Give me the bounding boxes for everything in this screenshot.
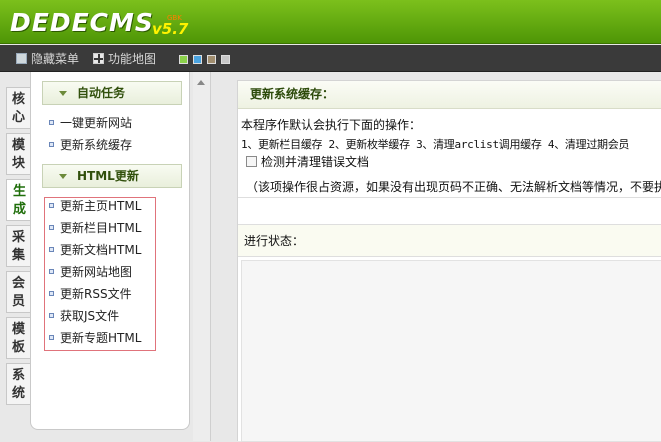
tab-member-label: 会员 bbox=[11, 276, 25, 309]
check-errors-label: 检测并清理错误文档 bbox=[261, 155, 370, 169]
status-output-area bbox=[241, 260, 661, 442]
bullet-icon bbox=[49, 313, 54, 318]
page-title: 更新系统缓存： bbox=[238, 81, 661, 109]
bullet-icon bbox=[49, 291, 54, 296]
menu-item-label: 更新RSS文件 bbox=[60, 287, 132, 301]
scroll-up-icon[interactable] bbox=[197, 80, 205, 85]
menu-item-update-documents[interactable]: 更新文档HTML bbox=[49, 242, 141, 258]
menu-section-auto-label: 自动任务 bbox=[77, 86, 126, 100]
side-menu: 自动任务 一键更新网站 更新系统缓存 HTML更新 更新主页HTML 更新栏目H… bbox=[30, 72, 190, 430]
skin-blue-swatch[interactable] bbox=[193, 55, 202, 64]
menu-item-label: 更新文档HTML bbox=[60, 243, 142, 257]
menu-item-label: 获取JS文件 bbox=[60, 309, 120, 323]
tab-template[interactable]: 模板 bbox=[6, 317, 30, 359]
divider bbox=[238, 197, 661, 198]
menu-item-update-homepage[interactable]: 更新主页HTML bbox=[49, 198, 141, 214]
menu-item-update-category[interactable]: 更新栏目HTML bbox=[49, 220, 141, 236]
function-map-button[interactable]: 功能地图 bbox=[93, 51, 156, 67]
menu-item-update-cache[interactable]: 更新系统缓存 bbox=[49, 137, 132, 153]
tab-core[interactable]: 核心 bbox=[6, 87, 30, 129]
hide-menu-label: 隐藏菜单 bbox=[31, 52, 80, 66]
operations-text: 1、更新栏目缓存 2、更新枚举缓存 3、清理arclist调用缓存 4、清理过期… bbox=[241, 138, 630, 151]
menu-item-get-js[interactable]: 获取JS文件 bbox=[49, 308, 119, 324]
warning-note: （该项操作很占资源，如果没有出现页码不正确、无法解析文档等情况，不要执 bbox=[246, 180, 661, 194]
tab-system-label: 系统 bbox=[11, 368, 25, 401]
menu-item-label: 一键更新网站 bbox=[60, 116, 133, 130]
menu-item-label: 更新系统缓存 bbox=[60, 138, 133, 152]
menu-section-auto-tasks[interactable]: 自动任务 bbox=[42, 81, 182, 105]
hide-menu-button[interactable]: 隐藏菜单 bbox=[16, 51, 79, 67]
skin-gray-swatch[interactable] bbox=[221, 55, 230, 64]
tab-collect-label: 采集 bbox=[11, 230, 25, 263]
tab-template-label: 模板 bbox=[11, 322, 25, 355]
main-content: 更新系统缓存： 本程序作默认会执行下面的操作： 1、更新栏目缓存 2、更新枚举缓… bbox=[237, 80, 661, 442]
check-errors-checkbox[interactable] bbox=[246, 156, 257, 167]
bullet-icon bbox=[49, 203, 54, 208]
bullet-icon bbox=[49, 142, 54, 147]
bullet-icon bbox=[49, 335, 54, 340]
check-errors-option[interactable]: 检测并清理错误文档 bbox=[246, 155, 369, 169]
tab-core-label: 核心 bbox=[11, 92, 25, 125]
menu-item-label: 更新网站地图 bbox=[60, 265, 133, 279]
menu-item-label: 更新专题HTML bbox=[60, 331, 142, 345]
menu-scrollbar[interactable] bbox=[193, 72, 211, 441]
panel-icon bbox=[16, 53, 27, 64]
menu-item-label: 更新栏目HTML bbox=[60, 221, 142, 235]
collapse-arrow-icon bbox=[59, 174, 67, 179]
logo-version: v5.7 bbox=[152, 20, 189, 38]
tab-generate-label: 生成 bbox=[12, 184, 26, 217]
tab-generate[interactable]: 生成 bbox=[6, 179, 32, 221]
bullet-icon bbox=[49, 120, 54, 125]
tab-module-label: 模块 bbox=[11, 138, 25, 171]
status-label: 进行状态： bbox=[244, 234, 305, 248]
menu-item-update-topics[interactable]: 更新专题HTML bbox=[49, 330, 141, 346]
tab-member[interactable]: 会员 bbox=[6, 271, 30, 313]
bullet-icon bbox=[49, 247, 54, 252]
menu-item-label: 更新主页HTML bbox=[60, 199, 142, 213]
skin-brown-swatch[interactable] bbox=[207, 55, 216, 64]
description-text: 本程序作默认会执行下面的操作： bbox=[241, 118, 422, 132]
function-map-label: 功能地图 bbox=[108, 52, 157, 66]
status-header: 进行状态： bbox=[238, 225, 661, 257]
tab-module[interactable]: 模块 bbox=[6, 133, 30, 175]
grid-icon bbox=[93, 53, 104, 64]
bullet-icon bbox=[49, 269, 54, 274]
skin-green-swatch[interactable] bbox=[179, 55, 188, 64]
tab-collect[interactable]: 采集 bbox=[6, 225, 30, 267]
tab-system[interactable]: 系统 bbox=[6, 363, 30, 405]
top-toolbar: 隐藏菜单 功能地图 bbox=[0, 45, 661, 72]
menu-item-update-sitemap[interactable]: 更新网站地图 bbox=[49, 264, 132, 280]
app-header: DEDECMS GBK v5.7 bbox=[0, 0, 661, 44]
menu-item-update-rss[interactable]: 更新RSS文件 bbox=[49, 286, 132, 302]
menu-item-one-click-update[interactable]: 一键更新网站 bbox=[49, 115, 132, 131]
logo: DEDECMS bbox=[10, 8, 154, 37]
menu-section-html-update[interactable]: HTML更新 bbox=[42, 164, 182, 188]
collapse-arrow-icon bbox=[59, 91, 67, 96]
menu-section-html-label: HTML更新 bbox=[77, 169, 139, 183]
bullet-icon bbox=[49, 225, 54, 230]
